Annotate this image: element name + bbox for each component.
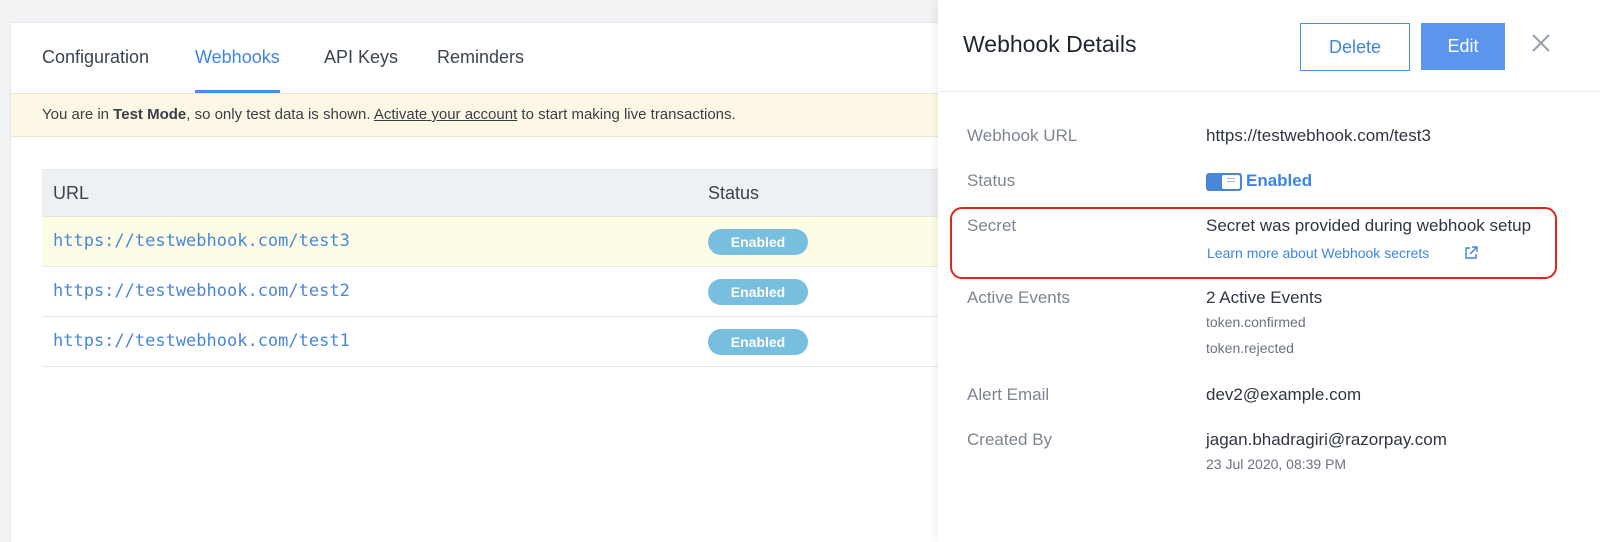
status-toggle[interactable] [1206, 173, 1242, 191]
activate-account-link[interactable]: Activate your account [374, 106, 517, 123]
status-badge: Enabled [708, 279, 808, 305]
event-item: token.confirmed [1206, 314, 1306, 330]
webhooks-table: URL Status https://testwebhook.com/test3… [42, 169, 972, 367]
secret-label: Secret [967, 216, 1017, 235]
close-icon[interactable] [1530, 32, 1552, 54]
table-row[interactable]: https://testwebhook.com/test2 Enabled [42, 267, 972, 317]
test-mode-banner: You are in Test Mode, so only test data … [11, 93, 969, 137]
webhook-details-panel: Webhook Details Delete Edit Webhook URL … [938, 0, 1600, 542]
active-events-label: Active Events [967, 288, 1070, 307]
event-item: token.rejected [1206, 340, 1294, 356]
webhook-url-value: https://testwebhook.com/test3 [1206, 126, 1431, 145]
banner-suffix: to start making live transactions. [517, 106, 736, 123]
banner-mode: Test Mode [113, 106, 187, 123]
tab-reminders[interactable]: Reminders [437, 47, 524, 93]
webhook-url-link[interactable]: https://testwebhook.com/test3 [53, 231, 350, 251]
banner-middle: , so only test data is shown. [186, 106, 374, 123]
edit-button[interactable]: Edit [1421, 23, 1505, 70]
active-events-value: 2 Active Events [1206, 288, 1323, 307]
tab-webhooks[interactable]: Webhooks [195, 47, 280, 93]
webhook-secrets-link[interactable]: Learn more about Webhook secrets [1207, 245, 1429, 261]
tab-bar: Configuration Webhooks API Keys Reminder… [11, 23, 969, 93]
status-badge: Enabled [708, 229, 808, 255]
delete-button[interactable]: Delete [1300, 23, 1410, 71]
table-header: URL Status [42, 169, 972, 217]
status-label: Status [967, 171, 1016, 190]
main-card: Configuration Webhooks API Keys Reminder… [10, 22, 972, 542]
status-badge: Enabled [708, 329, 808, 355]
created-by-value: jagan.bhadragiri@razorpay.com [1206, 430, 1447, 449]
column-header-status: Status [708, 183, 760, 203]
created-by-label: Created By [967, 430, 1053, 449]
column-header-url: URL [53, 183, 90, 203]
panel-header: Webhook Details Delete Edit [938, 0, 1600, 92]
webhook-url-label: Webhook URL [967, 126, 1078, 145]
status-value: Enabled [1246, 171, 1313, 190]
secret-value: Secret was provided during webhook setup [1206, 216, 1532, 235]
banner-prefix: You are in [42, 106, 114, 123]
alert-email-label: Alert Email [967, 385, 1050, 404]
panel-title: Webhook Details [963, 31, 1137, 57]
tab-api-keys[interactable]: API Keys [324, 47, 398, 93]
webhook-url-link[interactable]: https://testwebhook.com/test1 [53, 331, 350, 351]
alert-email-value: dev2@example.com [1206, 385, 1362, 404]
toggle-knob [1222, 175, 1240, 189]
created-date: 23 Jul 2020, 08:39 PM [1206, 456, 1347, 472]
webhook-url-link[interactable]: https://testwebhook.com/test2 [53, 281, 350, 301]
external-link-icon[interactable] [1464, 246, 1478, 260]
table-row[interactable]: https://testwebhook.com/test3 Enabled [42, 217, 972, 267]
table-row[interactable]: https://testwebhook.com/test1 Enabled [42, 317, 972, 367]
tab-configuration[interactable]: Configuration [42, 47, 149, 93]
